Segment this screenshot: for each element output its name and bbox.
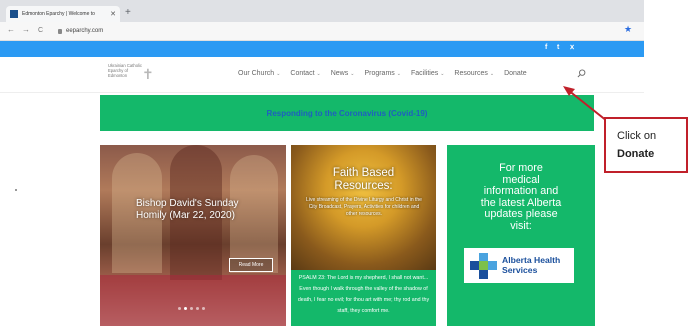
callout-line-2: Donate <box>617 148 655 160</box>
browser-tab[interactable]: Edmonton Eparchy | Welcome to ✕ <box>6 6 120 22</box>
slider-dot[interactable] <box>196 307 199 310</box>
close-tab-icon[interactable]: ✕ <box>110 11 116 18</box>
faith-resources-card[interactable]: Faith Based Resources: Live streaming of… <box>291 145 436 326</box>
slider-dot[interactable] <box>190 307 193 310</box>
new-tab-button[interactable]: + <box>125 8 131 18</box>
chevron-down-icon: ⌄ <box>316 71 321 77</box>
ahs-line-2: Services <box>502 264 538 275</box>
info-line: For more <box>499 162 543 174</box>
chevron-down-icon: ⌄ <box>440 71 445 77</box>
browser-tab-strip: Edmonton Eparchy | Welcome to ✕ + <box>0 0 644 22</box>
homily-slider[interactable]: Bishop David's Sunday Homily (Mar 22, 20… <box>100 145 286 326</box>
alberta-health-services-logo-icon <box>470 252 497 279</box>
slide-title[interactable]: Bishop David's Sunday Homily (Mar 22, 20… <box>136 198 256 222</box>
menu-item-contact[interactable]: Contact ⌄ <box>290 70 320 77</box>
menu-item-donate[interactable]: Donate <box>504 70 527 77</box>
main-menu: Our Church ⌄ Contact ⌄ News ⌄ Programs ⌄ Fac… <box>238 70 537 77</box>
info-line: visit: <box>510 219 532 232</box>
stray-dot-decoration <box>15 189 17 191</box>
chevron-down-icon: ⌄ <box>489 71 495 77</box>
tab-title: Edmonton Eparchy | Welcome to <box>22 11 95 17</box>
chevron-down-icon: ⌄ <box>276 71 281 77</box>
browser-toolbar: ← → C eeparchy.com ★ <box>0 22 644 41</box>
menu-label: Our Church <box>238 70 275 77</box>
psalm-text: PSALM 23: The Lord is my shepherd, I sha… <box>297 275 430 314</box>
search-icon[interactable] <box>577 69 586 78</box>
menu-label: Contact <box>290 70 315 77</box>
menu-label: Facilities <box>410 70 439 77</box>
menu-item-news[interactable]: News ⌄ <box>331 70 355 77</box>
menu-item-our-church[interactable]: Our Church ⌄ <box>238 70 280 77</box>
faith-description: Live streaming of the Divine Liturgy and… <box>306 197 422 217</box>
ahs-name: Alberta Health Services <box>502 255 560 275</box>
faith-title-line-2: Resources: <box>334 180 393 192</box>
covid-banner[interactable]: Responding to the Coronavirus (Covid-19) <box>100 95 594 131</box>
site-header: Ukrainian Catholic Eparchy of Edmonton ✝… <box>0 57 644 93</box>
cross-logo-icon: ✝ <box>142 66 154 82</box>
medical-info-card: For more medical information and the lat… <box>447 145 595 326</box>
back-arrow-icon[interactable]: ← <box>7 26 15 34</box>
menu-label: Programs <box>364 70 395 77</box>
click-donate-callout: Click on Donate <box>604 117 688 173</box>
alberta-health-services-link[interactable]: Alberta Health Services <box>464 248 574 283</box>
slider-dot[interactable] <box>202 307 205 310</box>
forward-arrow-icon[interactable]: → <box>22 26 30 34</box>
site-favicon-icon <box>10 10 18 18</box>
medical-info-text: For more medical information and the lat… <box>451 162 591 232</box>
address-bar[interactable]: eeparchy.com <box>66 28 103 34</box>
rss-icon[interactable]: ⅹ <box>570 44 574 51</box>
covid-banner-text: Responding to the Coronavirus (Covid-19) <box>266 108 428 118</box>
menu-label: Resources <box>454 70 488 77</box>
bookmark-star-icon[interactable]: ★ <box>624 25 632 34</box>
info-line: updates please <box>484 208 558 220</box>
faith-title: Faith Based Resources: <box>291 167 436 193</box>
menu-item-facilities[interactable]: Facilities ⌄ <box>411 70 444 77</box>
slider-dot[interactable] <box>178 307 181 310</box>
info-line: information and <box>483 185 559 197</box>
lock-icon <box>58 29 62 34</box>
facebook-icon[interactable]: f <box>545 44 547 51</box>
callout-line-1: Click on <box>617 130 657 142</box>
carpet-decoration <box>100 275 286 326</box>
social-bar: f t ⅹ <box>0 41 644 57</box>
chevron-down-icon: ⌄ <box>350 71 355 77</box>
menu-item-programs[interactable]: Programs ⌄ <box>364 70 401 77</box>
menu-label: Donate <box>504 70 527 77</box>
faith-title-line-1: Faith Based <box>332 167 395 179</box>
menu-label: News <box>330 70 349 77</box>
slider-dots <box>178 307 208 310</box>
slider-dot[interactable] <box>184 307 187 310</box>
read-more-button[interactable]: Read More <box>229 258 273 272</box>
reload-icon[interactable]: C <box>38 27 43 34</box>
menu-item-resources[interactable]: Resources ⌄ <box>454 70 494 77</box>
twitter-icon[interactable]: t <box>557 44 559 51</box>
chevron-down-icon: ⌄ <box>396 71 401 77</box>
